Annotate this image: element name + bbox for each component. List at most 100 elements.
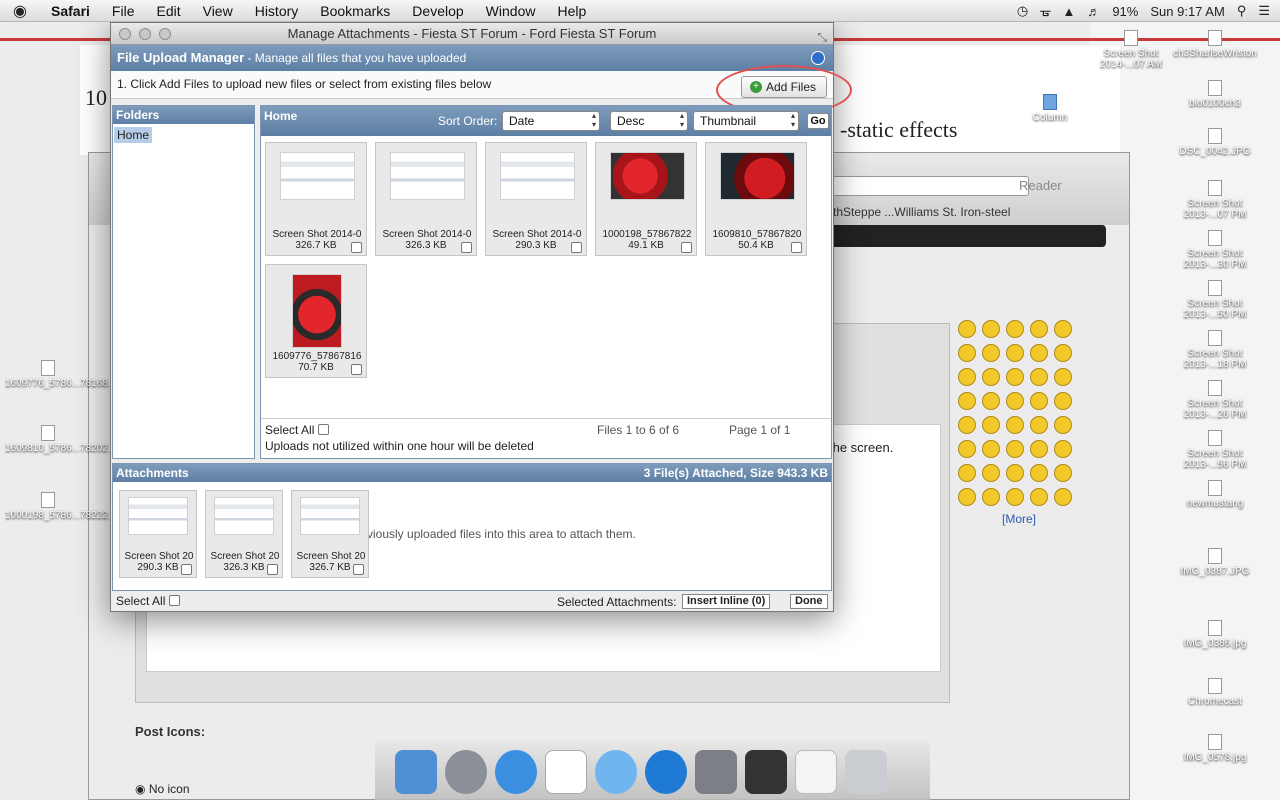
smiley-icon[interactable] bbox=[982, 320, 1000, 338]
file-thumbnail[interactable]: Screen Shot 2014-0 290.3 KB bbox=[485, 142, 587, 256]
desktop-icon[interactable]: Screen Shot 2013-...30 PM bbox=[1170, 230, 1260, 270]
file-checkbox[interactable] bbox=[461, 242, 472, 253]
desktop-icon[interactable]: Screen Shot 2013-...56 PM bbox=[1170, 430, 1260, 470]
smiley-icon[interactable] bbox=[1006, 344, 1024, 362]
sort-direction-select[interactable]: Desc bbox=[610, 111, 688, 131]
folder-item-home[interactable]: Home bbox=[114, 127, 153, 143]
menu-develop[interactable]: Develop bbox=[401, 3, 474, 19]
smiley-icon[interactable] bbox=[982, 464, 1000, 482]
file-thumbnail[interactable]: 1609776_57867816 70.7 KB bbox=[265, 264, 367, 378]
smiley-icon[interactable] bbox=[1054, 392, 1072, 410]
file-checkbox[interactable] bbox=[351, 242, 362, 253]
file-checkbox[interactable] bbox=[571, 242, 582, 253]
background-address-bar[interactable] bbox=[829, 176, 1029, 196]
file-checkbox[interactable] bbox=[791, 242, 802, 253]
attachment-checkbox[interactable] bbox=[267, 564, 278, 575]
done-button[interactable]: Done bbox=[790, 594, 828, 609]
smiley-icon[interactable] bbox=[958, 440, 976, 458]
desktop-icon[interactable]: newmustang bbox=[1170, 480, 1260, 509]
smiley-icon[interactable] bbox=[1054, 488, 1072, 506]
smilies-more-link[interactable]: [More] bbox=[1002, 512, 1036, 526]
smiley-icon[interactable] bbox=[1054, 320, 1072, 338]
smiley-icon[interactable] bbox=[958, 464, 976, 482]
smiley-icon[interactable] bbox=[982, 392, 1000, 410]
printer-icon[interactable] bbox=[745, 750, 787, 794]
smiley-icon[interactable] bbox=[958, 344, 976, 362]
menu-view[interactable]: View bbox=[192, 3, 244, 19]
wifi-icon[interactable]: ▲ bbox=[1062, 4, 1075, 19]
desktop-icon[interactable]: Screen Shot 2013-...18 PM bbox=[1170, 330, 1260, 370]
desktop-icon[interactable]: DSC_0042.JPG bbox=[1170, 128, 1260, 157]
file-checkbox[interactable] bbox=[351, 364, 362, 375]
smiley-icon[interactable] bbox=[958, 368, 976, 386]
clock[interactable]: Sun 9:17 AM bbox=[1150, 4, 1224, 19]
file-thumbnail[interactable]: Screen Shot 2014-0 326.7 KB bbox=[265, 142, 367, 256]
no-icon-radio[interactable]: ◉ No icon bbox=[135, 782, 190, 796]
desktop-icon[interactable]: IMG_0386.jpg bbox=[1170, 620, 1260, 649]
file-thumbnail[interactable]: 1000198_57867822 49.1 KB bbox=[595, 142, 697, 256]
select-all-checkbox[interactable] bbox=[318, 424, 330, 435]
desktop-icon[interactable]: Column bbox=[1005, 94, 1095, 123]
smiley-icon[interactable] bbox=[1006, 368, 1024, 386]
attachment-checkbox[interactable] bbox=[181, 564, 192, 575]
smiley-icon[interactable] bbox=[1054, 368, 1072, 386]
smiley-icon[interactable] bbox=[1030, 416, 1048, 434]
smiley-icon[interactable] bbox=[1006, 392, 1024, 410]
docx-file-icon[interactable] bbox=[795, 750, 837, 794]
attachments-select-all-checkbox[interactable] bbox=[169, 595, 181, 606]
smiley-icon[interactable] bbox=[1054, 464, 1072, 482]
close-icon[interactable] bbox=[119, 28, 131, 40]
desktop-icon[interactable]: Screen Shot 2014-...07 AM bbox=[1086, 30, 1176, 70]
smiley-icon[interactable] bbox=[1006, 320, 1024, 338]
smiley-icon[interactable] bbox=[1054, 416, 1072, 434]
smiley-icon[interactable] bbox=[1030, 344, 1048, 362]
menu-help[interactable]: Help bbox=[546, 3, 597, 19]
smiley-icon[interactable] bbox=[958, 392, 976, 410]
menu-app[interactable]: Safari bbox=[40, 3, 101, 19]
apple-menu-icon[interactable]: ◉ bbox=[0, 1, 40, 21]
menu-edit[interactable]: Edit bbox=[145, 3, 191, 19]
smiley-icon[interactable] bbox=[1006, 488, 1024, 506]
attachments-select-all[interactable]: Select All bbox=[116, 594, 181, 608]
files-select-all[interactable]: Select All bbox=[265, 423, 330, 437]
messages-icon[interactable] bbox=[595, 750, 637, 794]
time-machine-icon[interactable]: ◷ bbox=[1017, 3, 1028, 19]
smiley-icon[interactable] bbox=[1006, 464, 1024, 482]
menu-history[interactable]: History bbox=[244, 3, 310, 19]
smiley-icon[interactable] bbox=[1054, 344, 1072, 362]
smiley-icon[interactable] bbox=[1006, 416, 1024, 434]
smiley-icon[interactable] bbox=[958, 320, 976, 338]
desktop-icon[interactable]: 1609776_5786...78168..._n.jpg bbox=[5, 360, 143, 389]
smiley-icon[interactable] bbox=[982, 344, 1000, 362]
menu-window[interactable]: Window bbox=[475, 3, 547, 19]
go-button[interactable]: Go bbox=[807, 113, 829, 129]
smiley-icon[interactable] bbox=[1030, 368, 1048, 386]
file-checkbox[interactable] bbox=[681, 242, 692, 253]
smiley-icon[interactable] bbox=[1030, 488, 1048, 506]
trash-icon[interactable] bbox=[845, 750, 887, 794]
desktop-icon[interactable]: ch3SharlseWriston bbox=[1170, 30, 1260, 59]
notification-center-icon[interactable]: ☰ bbox=[1258, 3, 1270, 19]
attachment-thumbnail[interactable]: Screen Shot 20 326.3 KB bbox=[205, 490, 283, 578]
desktop-icon[interactable]: IMG_0578.jpg bbox=[1170, 734, 1260, 763]
safari-icon[interactable] bbox=[495, 750, 537, 794]
insert-inline-button[interactable]: Insert Inline (0) bbox=[682, 594, 771, 609]
sort-field-select[interactable]: Date bbox=[502, 111, 600, 131]
attachment-thumbnail[interactable]: Screen Shot 20 326.7 KB bbox=[291, 490, 369, 578]
desktop-icon[interactable]: Screen Shot 2013-...07 PM bbox=[1170, 180, 1260, 220]
smiley-icon[interactable] bbox=[982, 488, 1000, 506]
volume-icon[interactable]: ♬ bbox=[1087, 4, 1100, 19]
smiley-icon[interactable] bbox=[982, 368, 1000, 386]
desktop-icon[interactable]: Screen Shot 2013-...50 PM bbox=[1170, 280, 1260, 320]
launchpad-icon[interactable] bbox=[445, 750, 487, 794]
desktop-icon[interactable]: Chromecast bbox=[1170, 678, 1260, 707]
minimize-icon[interactable] bbox=[139, 28, 151, 40]
attachment-thumbnail[interactable]: Screen Shot 20 290.3 KB bbox=[119, 490, 197, 578]
zoom-icon[interactable] bbox=[159, 28, 171, 40]
calendar-icon[interactable] bbox=[545, 750, 587, 794]
finder-icon[interactable] bbox=[395, 750, 437, 794]
desktop-icon[interactable]: 1609810_5786...78202..._n.jpg bbox=[5, 425, 143, 454]
menu-bookmarks[interactable]: Bookmarks bbox=[309, 3, 401, 19]
file-thumbnail[interactable]: 1609810_57867820 50.4 KB bbox=[705, 142, 807, 256]
window-titlebar[interactable]: Manage Attachments - Fiesta ST Forum - F… bbox=[111, 23, 833, 45]
